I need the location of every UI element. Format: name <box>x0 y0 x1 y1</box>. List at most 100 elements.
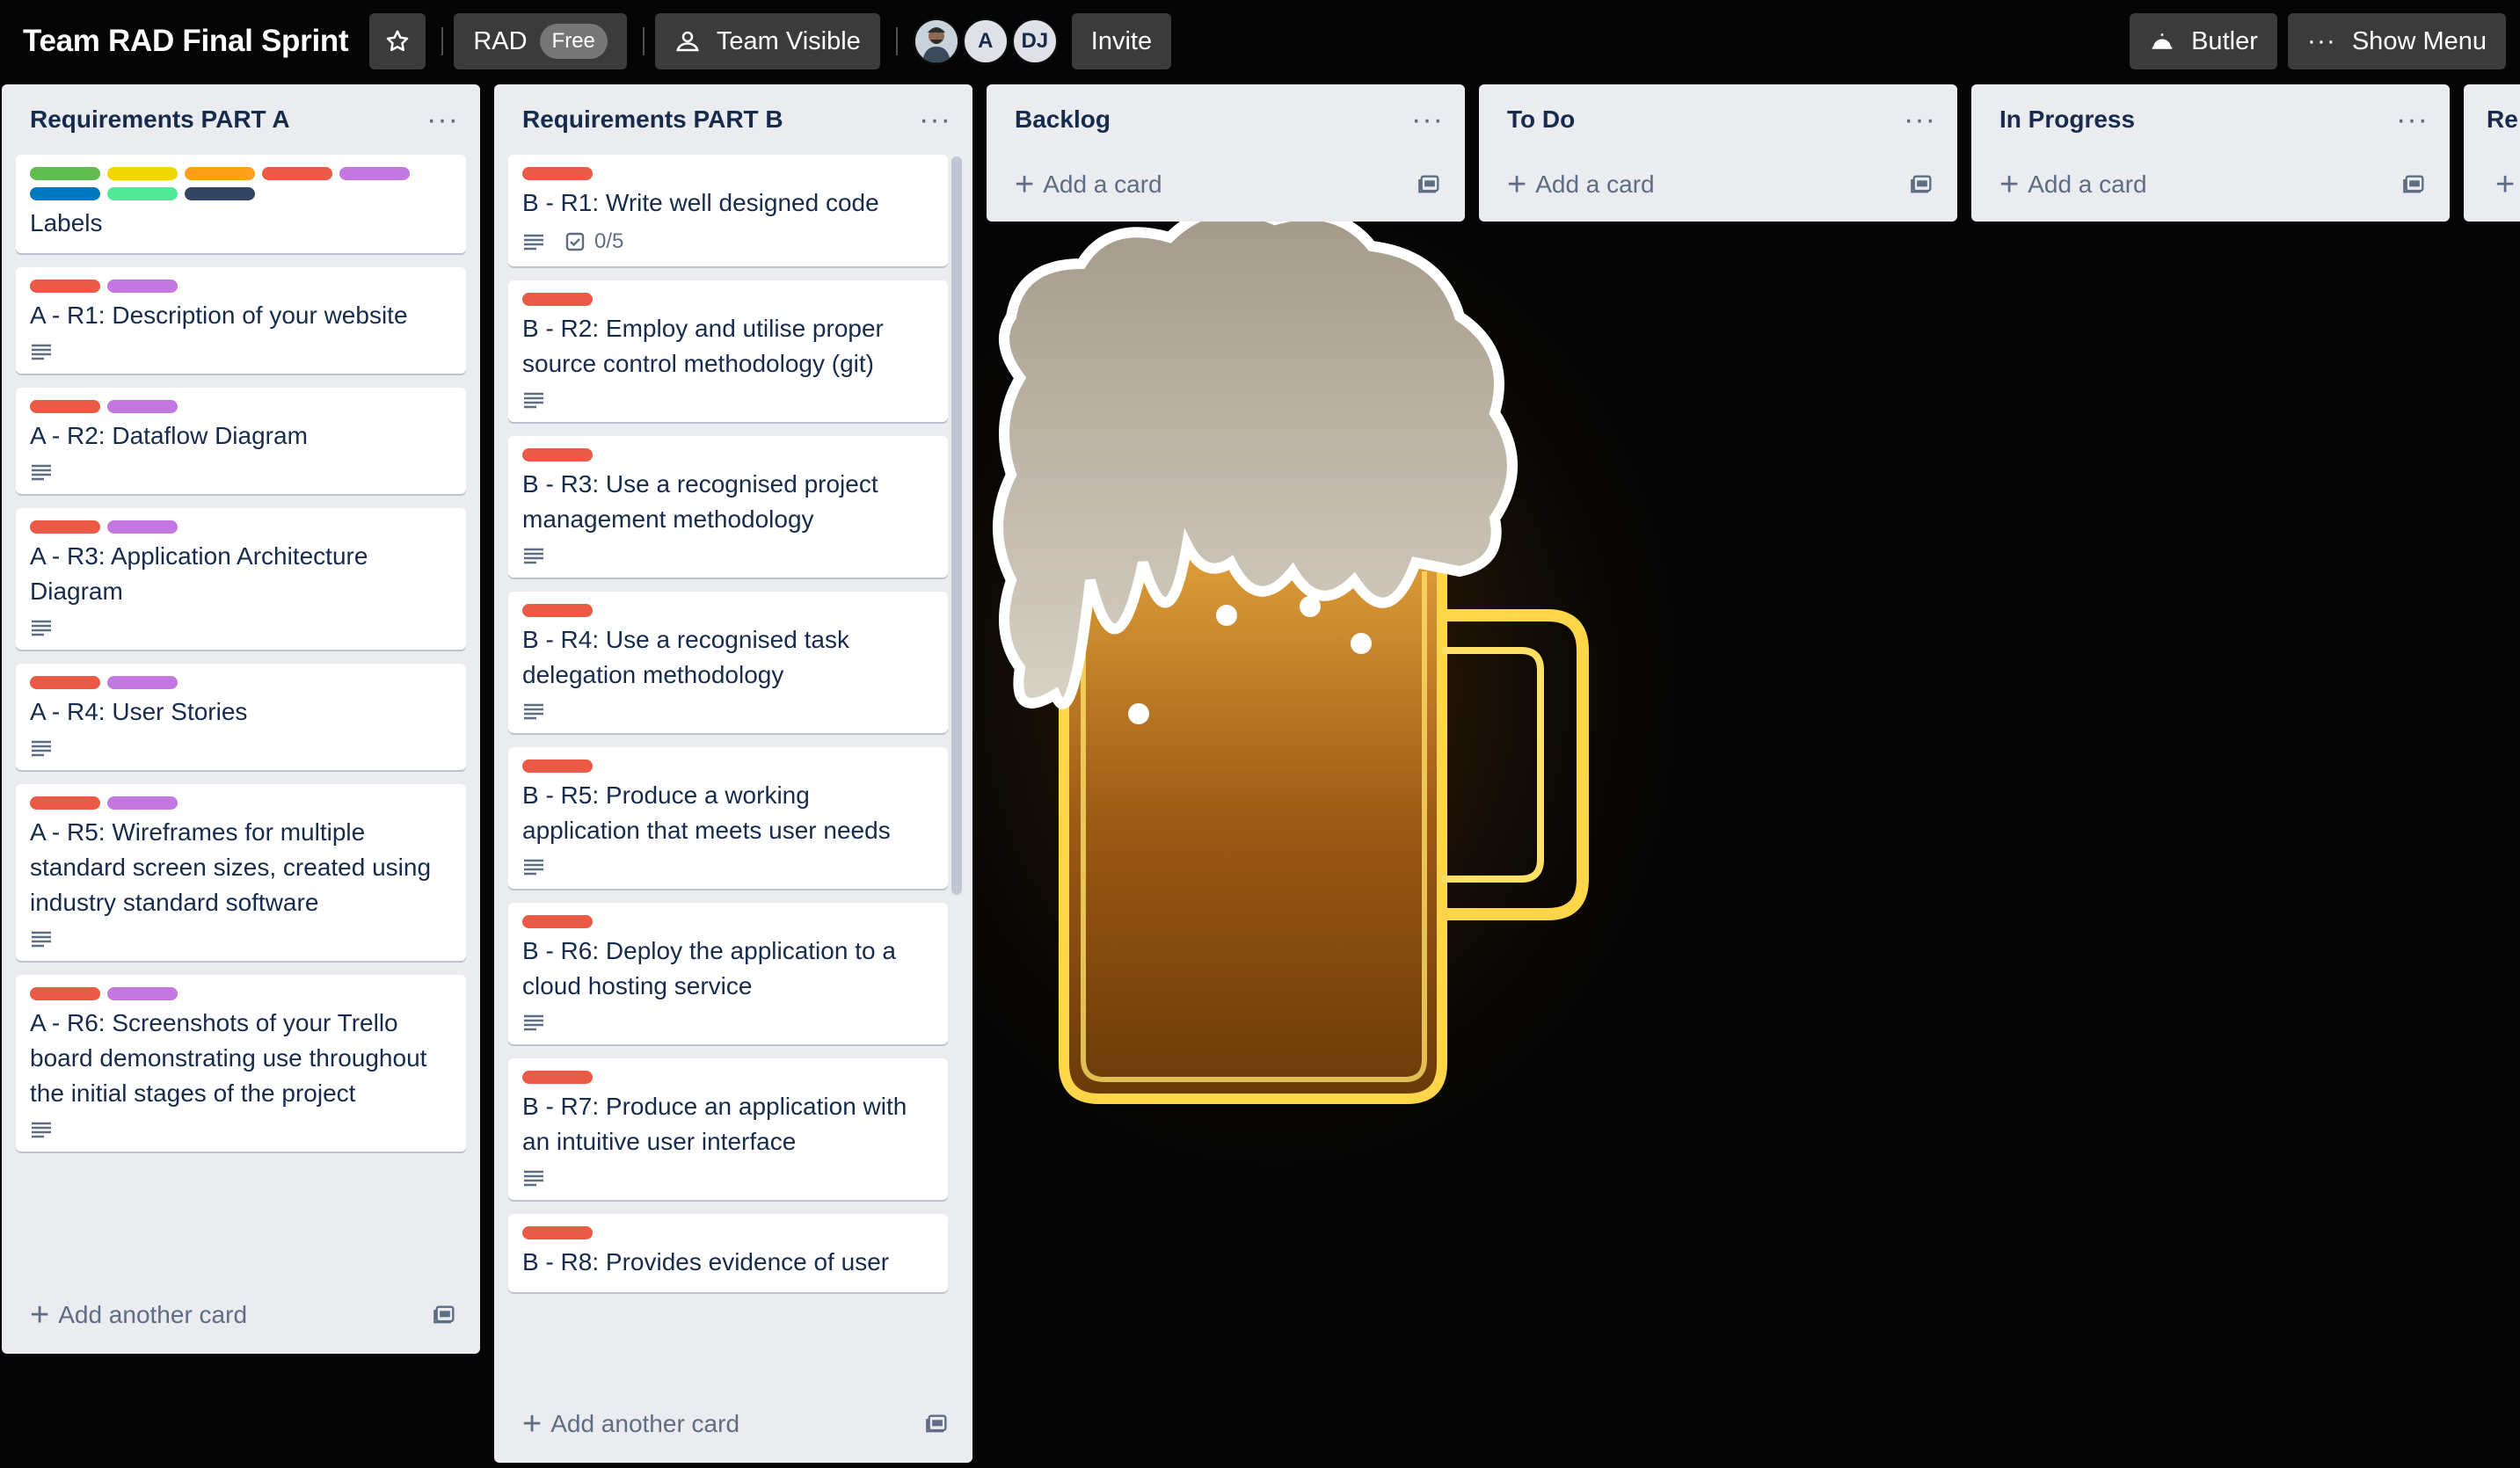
card[interactable]: Labels <box>16 155 466 253</box>
card-badges <box>522 1168 934 1188</box>
list-scrollbar[interactable] <box>951 156 962 895</box>
label-black[interactable] <box>185 187 255 200</box>
card[interactable]: B - R7: Produce an application with an i… <box>508 1058 948 1200</box>
label-red[interactable] <box>522 167 593 180</box>
card-labels[interactable] <box>30 796 452 810</box>
card-labels[interactable] <box>522 1071 934 1084</box>
team-button[interactable]: RAD Free <box>454 13 627 69</box>
card[interactable]: A - R4: User Stories <box>16 664 466 770</box>
label-red[interactable] <box>30 796 100 810</box>
list-menu-icon[interactable]: ··· <box>2396 105 2429 134</box>
add-a-card-button[interactable]: + Add a card <box>987 151 1465 218</box>
member-avatar[interactable]: A <box>962 18 1009 64</box>
card-labels[interactable] <box>30 520 452 534</box>
label-purple[interactable] <box>107 520 178 534</box>
card-labels[interactable] <box>522 448 934 461</box>
label-red[interactable] <box>522 915 593 928</box>
star-board-button[interactable] <box>369 13 426 69</box>
card[interactable]: B - R5: Produce a working application th… <box>508 747 948 889</box>
card-labels[interactable] <box>522 759 934 773</box>
card-template-icon[interactable] <box>433 1304 457 1326</box>
card[interactable]: A - R3: Application Architecture Diagram <box>16 508 466 650</box>
card-labels[interactable] <box>522 167 934 180</box>
list-title[interactable]: Backlog <box>1015 105 1111 134</box>
card-labels[interactable] <box>30 280 452 293</box>
card[interactable]: B - R4: Use a recognised task delegation… <box>508 592 948 733</box>
card-labels[interactable] <box>522 1226 934 1239</box>
card-labels[interactable] <box>30 167 452 200</box>
label-purple[interactable] <box>107 400 178 413</box>
card[interactable]: A - R6: Screenshots of your Trello board… <box>16 975 466 1152</box>
add-another-card-button[interactable]: + Add another card <box>494 1391 972 1457</box>
card-labels[interactable] <box>522 293 934 306</box>
show-menu-button[interactable]: ··· Show Menu <box>2287 13 2506 69</box>
label-green[interactable] <box>30 167 100 180</box>
card-title: B - R5: Produce a working application th… <box>522 781 891 844</box>
card-template-icon[interactable] <box>1910 173 1934 196</box>
list-title[interactable]: Re <box>2487 105 2518 134</box>
card-badges <box>522 546 934 565</box>
description-icon <box>524 392 543 409</box>
checklist-badge: 0/5 <box>564 229 623 254</box>
card[interactable]: B - R8: Provides evidence of user <box>508 1214 948 1292</box>
card[interactable]: B - R3: Use a recognised project managem… <box>508 436 948 578</box>
card-badges <box>30 738 452 758</box>
label-orange[interactable] <box>185 167 255 180</box>
card-labels[interactable] <box>522 604 934 617</box>
label-blue[interactable] <box>30 187 100 200</box>
list-title[interactable]: Requirements PART A <box>30 105 290 134</box>
list-menu-icon[interactable]: ··· <box>1904 105 1936 134</box>
board-title[interactable]: Team RAD Final Sprint <box>14 24 359 59</box>
label-red[interactable] <box>30 987 100 1000</box>
label-red[interactable] <box>522 448 593 461</box>
list-menu-icon[interactable]: ··· <box>1411 105 1444 134</box>
label-red[interactable] <box>30 520 100 534</box>
card-labels[interactable] <box>30 987 452 1000</box>
add-a-card-button[interactable]: + Add a card <box>1479 151 1957 218</box>
card[interactable]: B - R2: Employ and utilise proper source… <box>508 280 948 422</box>
label-purple[interactable] <box>107 987 178 1000</box>
label-red[interactable] <box>522 293 593 306</box>
label-purple[interactable] <box>339 167 410 180</box>
card[interactable]: A - R1: Description of your website <box>16 267 466 374</box>
label-red[interactable] <box>262 167 332 180</box>
card-template-icon[interactable] <box>2402 173 2427 196</box>
butler-button[interactable]: Butler <box>2130 13 2277 69</box>
card[interactable]: A - R2: Dataflow Diagram <box>16 388 466 494</box>
board-members: A DJ <box>913 18 1061 64</box>
label-purple[interactable] <box>107 796 178 810</box>
label-red[interactable] <box>30 400 100 413</box>
card[interactable]: B - R6: Deploy the application to a clou… <box>508 903 948 1044</box>
card-template-icon[interactable] <box>925 1413 950 1435</box>
member-avatar-photo[interactable] <box>913 18 959 64</box>
list-menu-icon[interactable]: ··· <box>919 105 951 134</box>
add-a-card-button[interactable]: + Add a card <box>1971 151 2450 218</box>
list-to-do: To Do ··· + Add a card <box>1479 84 1957 222</box>
label-lime[interactable] <box>107 187 178 200</box>
label-red[interactable] <box>522 759 593 773</box>
card[interactable]: A - R5: Wireframes for multiple standard… <box>16 784 466 961</box>
label-red[interactable] <box>522 1071 593 1084</box>
list-title[interactable]: To Do <box>1507 105 1575 134</box>
card-labels[interactable] <box>522 915 934 928</box>
member-avatar[interactable]: DJ <box>1011 18 1058 64</box>
card-labels[interactable] <box>30 676 452 689</box>
card-template-icon[interactable] <box>1417 173 1442 196</box>
card-labels[interactable] <box>30 400 452 413</box>
list-title[interactable]: In Progress <box>1999 105 2135 134</box>
card[interactable]: B - R1: Write well designed code 0/5 <box>508 155 948 266</box>
butler-label: Butler <box>2191 26 2258 55</box>
list-menu-icon[interactable]: ··· <box>426 105 459 134</box>
visibility-button[interactable]: Team Visible <box>654 13 880 69</box>
list-title[interactable]: Requirements PART B <box>522 105 783 134</box>
add-a-card-button[interactable]: + <box>2464 151 2520 218</box>
label-red[interactable] <box>522 604 593 617</box>
label-yellow[interactable] <box>107 167 178 180</box>
label-red[interactable] <box>30 280 100 293</box>
label-purple[interactable] <box>107 676 178 689</box>
add-another-card-button[interactable]: + Add another card <box>2 1282 480 1348</box>
invite-button[interactable]: Invite <box>1071 13 1172 69</box>
label-purple[interactable] <box>107 280 178 293</box>
label-red[interactable] <box>522 1226 593 1239</box>
label-red[interactable] <box>30 676 100 689</box>
